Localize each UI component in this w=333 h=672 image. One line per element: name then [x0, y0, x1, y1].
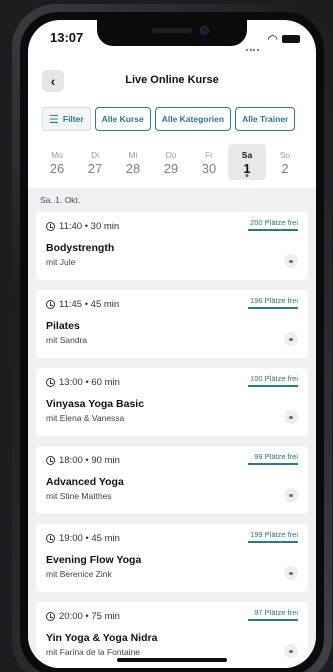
day-weekday: So — [279, 150, 291, 160]
day-number: 2 — [281, 161, 289, 176]
class-name: Evening Flow Yoga — [46, 554, 142, 566]
slots-bar — [248, 229, 298, 231]
clock-icon — [46, 222, 55, 231]
class-list: Sa. 1. Okt. 11:40 • 30 min 200 Plätze fr… — [28, 188, 316, 668]
phone-bezel: 13:07 ◠ ‹ Live Online Kurse ☰ Filter All… — [20, 12, 324, 672]
home-indicator[interactable] — [117, 658, 227, 662]
page-title: Live Online Kurse — [125, 74, 219, 86]
slots-bar — [248, 541, 298, 543]
class-teacher: mit Stine Matthes — [46, 491, 112, 501]
class-card[interactable]: 11:40 • 30 min 200 Plätze frei Bodystren… — [36, 212, 308, 280]
class-name: Bodystrength — [46, 242, 115, 254]
day-number: 30 — [201, 161, 217, 176]
clock-icon — [46, 456, 55, 465]
day-item[interactable]: Di 27 — [76, 144, 114, 184]
all-courses-label: Alle Kurse — [101, 114, 144, 124]
clock-icon — [46, 378, 55, 387]
day-number: 29 — [163, 161, 179, 176]
slots-bar — [248, 307, 298, 309]
free-slots: 200 Plätze frei — [250, 218, 298, 227]
class-time: 11:45 • 45 min — [59, 299, 120, 310]
day-number: 28 — [125, 161, 141, 176]
day-weekday: Do — [165, 150, 177, 160]
date-heading: Sa. 1. Okt. — [40, 195, 81, 205]
day-item[interactable]: Mo 26 — [38, 144, 76, 184]
video-camera-icon — [284, 644, 298, 658]
class-name: Yin Yoga & Yoga Nidra — [46, 632, 158, 644]
class-card[interactable]: 11:45 • 45 min 196 Plätze frei Pilates m… — [36, 290, 308, 358]
filter-button[interactable]: ☰ Filter — [42, 107, 91, 131]
app-screen: 13:07 ◠ ‹ Live Online Kurse ☰ Filter All… — [28, 20, 316, 668]
class-time: 19:00 • 45 min — [59, 533, 120, 544]
day-number: 26 — [49, 161, 65, 176]
speaker — [152, 28, 192, 33]
free-slots: 199 Plätze frei — [250, 530, 298, 539]
filter-label: Filter — [62, 114, 84, 124]
nav-bar: ‹ Live Online Kurse — [28, 60, 316, 98]
class-teacher: mit Jule — [46, 257, 76, 267]
class-teacher: mit Sandra — [46, 335, 88, 345]
filter-bar: ☰ Filter Alle Kurse Alle Kategorien Alle… — [42, 107, 308, 133]
phone-frame: 13:07 ◠ ‹ Live Online Kurse ☰ Filter All… — [12, 4, 332, 672]
day-weekday: Mo — [51, 150, 63, 160]
all-trainers-label: Alle Trainer — [242, 114, 289, 124]
wifi-icon: ◠ — [267, 32, 278, 46]
class-name: Pilates — [46, 320, 80, 332]
class-teacher: mit Elena & Vanessa — [46, 413, 125, 423]
free-slots: 196 Plätze frei — [250, 296, 298, 305]
class-time: 20:00 • 75 min — [59, 611, 120, 622]
camera — [200, 26, 209, 35]
video-camera-icon — [284, 254, 298, 268]
class-name: Advanced Yoga — [46, 476, 124, 488]
video-camera-icon — [284, 566, 298, 580]
class-name: Vinyasa Yoga Basic — [46, 398, 145, 410]
day-item[interactable]: Do 29 — [152, 144, 190, 184]
status-time: 13:07 — [50, 30, 84, 45]
class-time: 13:00 • 60 min — [59, 377, 120, 388]
class-card[interactable]: 13:00 • 60 min 100 Plätze frei Vinyasa Y… — [36, 368, 308, 436]
slots-bar — [248, 619, 298, 621]
day-weekday: Sa — [241, 150, 253, 160]
free-slots: 97 Plätze frei — [254, 608, 298, 617]
sliders-icon: ☰ — [49, 113, 59, 126]
class-card[interactable]: 19:00 • 45 min 199 Plätze frei Evening F… — [36, 524, 308, 592]
free-slots: 99 Plätze frei — [254, 452, 298, 461]
video-camera-icon — [284, 332, 298, 346]
video-camera-icon — [284, 410, 298, 424]
day-item[interactable]: Fr 30 — [190, 144, 228, 184]
free-slots: 100 Plätze frei — [250, 374, 298, 383]
class-card[interactable]: 18:00 • 90 min 99 Plätze frei Advanced Y… — [36, 446, 308, 514]
video-camera-icon — [284, 488, 298, 502]
day-number: 27 — [87, 161, 103, 176]
day-weekday: Di — [90, 150, 100, 160]
day-item[interactable]: Mi 28 — [114, 144, 152, 184]
clock-icon — [46, 534, 55, 543]
notch — [97, 20, 247, 46]
class-time: 11:40 • 30 min — [59, 221, 120, 232]
selected-day-dot — [245, 174, 249, 177]
day-weekday: Mi — [128, 150, 138, 160]
day-item[interactable]: So 2 — [266, 144, 304, 184]
day-selector: Mo 26 Di 27 Mi 28 Do 29 Fr 30 Sa 1 So 2 — [38, 144, 316, 184]
clock-icon — [46, 612, 55, 621]
signal-icon — [246, 38, 260, 56]
class-teacher: mit Farina de la Fontaine — [46, 647, 141, 657]
battery-icon — [282, 35, 300, 43]
slots-bar — [248, 385, 298, 387]
class-time: 18:00 • 90 min — [59, 455, 120, 466]
day-weekday: Fr — [204, 150, 214, 160]
clock-icon — [46, 300, 55, 309]
day-item-selected[interactable]: Sa 1 — [228, 144, 266, 180]
all-courses-button[interactable]: Alle Kurse — [94, 107, 151, 131]
all-categories-button[interactable]: Alle Kategorien — [154, 107, 232, 131]
all-trainers-button[interactable]: Alle Trainer — [235, 107, 296, 131]
slots-bar — [248, 463, 298, 465]
class-teacher: mit Berenice Zink — [46, 569, 112, 579]
all-categories-label: Alle Kategorien — [161, 114, 225, 124]
